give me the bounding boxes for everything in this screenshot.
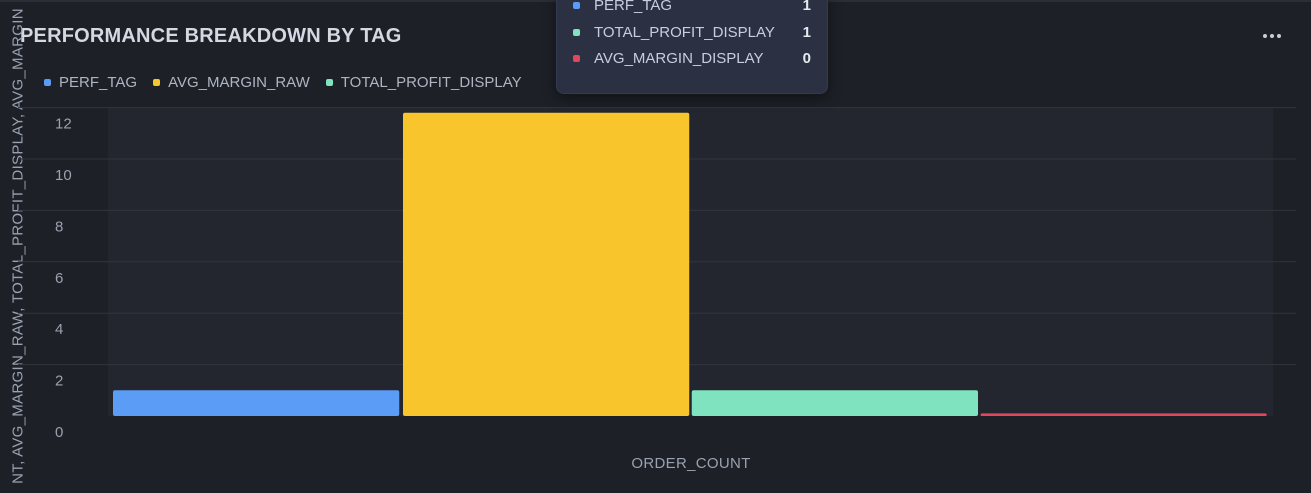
tooltip-label: PERF_TAG	[594, 0, 673, 14]
y-axis-ticks: 0 2 4 6 8 10 12	[55, 116, 72, 441]
y-tick-label: 8	[55, 218, 63, 235]
tooltip-value: 0	[802, 49, 811, 67]
bar-total-profit-display[interactable]	[691, 390, 978, 416]
tooltip-swatch	[573, 54, 580, 62]
bar-avg-margin-raw[interactable]	[403, 112, 690, 417]
y-tick-label: 2	[55, 373, 63, 390]
y-tick-label: 0	[55, 424, 63, 441]
y-tick-label: 4	[55, 321, 63, 338]
tooltip-row: TOTAL_PROFIT_DISPLAY 1	[573, 21, 811, 43]
y-tick-label: 6	[55, 270, 63, 287]
bar-avg-margin-display[interactable]	[980, 413, 1267, 416]
y-tick-label: 10	[55, 167, 72, 184]
tooltip-row: AVG_MARGIN_DISPLAY 0	[573, 47, 811, 69]
y-tick-label: 12	[55, 116, 72, 133]
tooltip-label: TOTAL_PROFIT_DISPLAY	[594, 23, 775, 41]
tooltip-row: PERF_TAG 1	[573, 0, 811, 16]
tooltip-swatch	[573, 28, 580, 36]
bar-perf-tag[interactable]	[113, 390, 400, 416]
chart-tooltip: PERF_TAG 1 TOTAL_PROFIT_DISPLAY 1 AVG_MA…	[556, 0, 828, 94]
tooltip-value: 1	[802, 0, 811, 14]
tooltip-value: 1	[802, 23, 811, 41]
tooltip-label: AVG_MARGIN_DISPLAY	[594, 49, 764, 67]
x-axis-title: ORDER_COUNT	[631, 455, 751, 472]
tooltip-swatch	[573, 1, 580, 9]
